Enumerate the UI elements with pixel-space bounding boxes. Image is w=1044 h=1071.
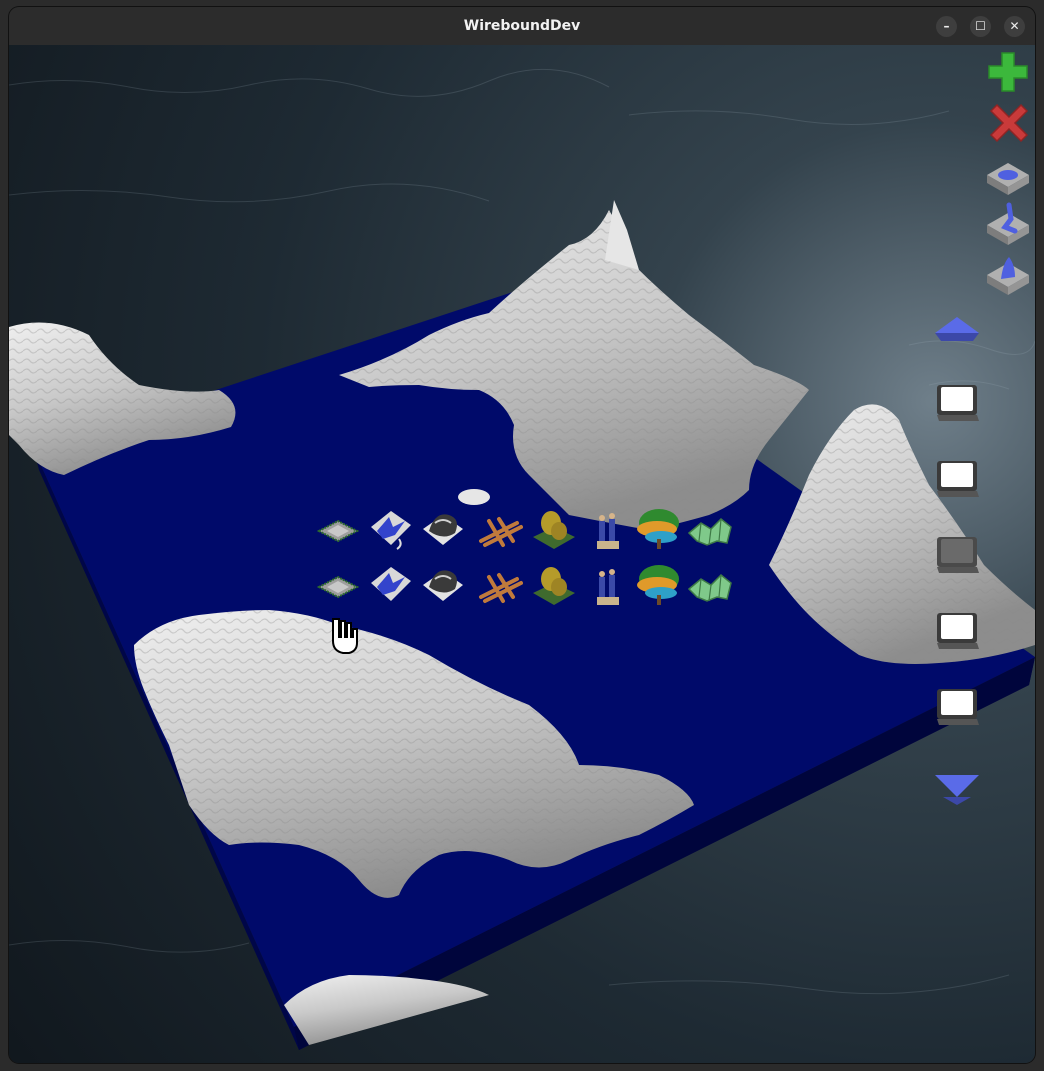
slot-icon xyxy=(937,537,979,573)
blue-bird-tile[interactable] xyxy=(369,505,413,553)
map-tile[interactable] xyxy=(687,513,733,547)
tree-tile-icon xyxy=(637,565,679,605)
layer-slot-4[interactable] xyxy=(935,609,981,653)
figures-tile-icon xyxy=(597,569,619,605)
close-button[interactable]: ✕ xyxy=(1004,16,1025,37)
lion-statue-tile-icon xyxy=(533,567,575,605)
triangle-up-icon xyxy=(935,317,979,341)
layer-slot-5[interactable] xyxy=(935,685,981,729)
blue-bird-tile-icon xyxy=(371,567,411,601)
remove-button[interactable] xyxy=(989,103,1029,143)
triangle-down-icon xyxy=(935,775,979,805)
layer-slot-1[interactable] xyxy=(935,381,981,425)
blue-bird-tile[interactable] xyxy=(369,561,413,609)
source-tile-icon xyxy=(987,257,1029,295)
map-tile-icon xyxy=(687,517,732,546)
rock-tile-icon xyxy=(423,514,463,545)
figures-tile[interactable] xyxy=(589,565,625,609)
slot-icon xyxy=(937,613,979,649)
lion-statue-tile-icon xyxy=(533,511,575,549)
tree-tile[interactable] xyxy=(635,505,683,553)
blue-bird-tile-icon xyxy=(371,511,411,550)
window-title: WireboundDev xyxy=(463,18,581,34)
raise-level-button[interactable] xyxy=(933,313,981,347)
fence-tile[interactable] xyxy=(477,571,523,605)
game-viewport[interactable] xyxy=(9,45,1035,1063)
water-source-tool[interactable] xyxy=(985,251,1031,297)
fence-tile-icon xyxy=(479,573,523,603)
right-toolbar xyxy=(929,45,1035,825)
lower-level-button[interactable] xyxy=(933,769,981,809)
figures-tile-icon xyxy=(597,513,619,549)
rock-tile-icon xyxy=(423,570,463,601)
slot-icon xyxy=(937,689,979,725)
figures-tile[interactable] xyxy=(589,509,625,553)
terrain-islet xyxy=(458,489,490,505)
fence-tile-icon xyxy=(479,517,523,547)
add-button[interactable] xyxy=(987,51,1029,93)
river-tile-icon xyxy=(987,202,1029,245)
rock-tile[interactable] xyxy=(421,505,465,551)
chip-tile-icon xyxy=(316,519,360,543)
tree-tile-icon xyxy=(637,509,679,549)
slot-icon xyxy=(937,461,979,497)
chip-tile-icon xyxy=(316,575,360,599)
chip-tile[interactable] xyxy=(316,513,360,545)
minimize-button[interactable]: – xyxy=(936,16,957,37)
pool-tile-icon xyxy=(987,163,1029,195)
layer-slot-3[interactable] xyxy=(935,533,981,577)
tile-palette xyxy=(316,505,737,615)
river-tool[interactable] xyxy=(985,201,1031,247)
plus-icon xyxy=(988,52,1028,92)
map-tile-icon xyxy=(687,573,732,602)
hand-cursor-icon xyxy=(332,618,358,654)
title-bar[interactable]: WireboundDev – ☐ ✕ xyxy=(9,7,1035,45)
x-icon xyxy=(989,103,1029,143)
app-window: WireboundDev – ☐ ✕ xyxy=(9,7,1035,1063)
slot-icon xyxy=(937,385,979,421)
tree-tile[interactable] xyxy=(635,561,683,609)
rock-tile[interactable] xyxy=(421,561,465,607)
water-pool-tool[interactable] xyxy=(985,157,1031,197)
map-tile[interactable] xyxy=(687,569,733,603)
lion-statue-tile[interactable] xyxy=(531,561,577,611)
fence-tile[interactable] xyxy=(477,515,523,549)
maximize-button[interactable]: ☐ xyxy=(970,16,991,37)
layer-slot-2[interactable] xyxy=(935,457,981,501)
lion-statue-tile[interactable] xyxy=(531,505,577,555)
chip-tile[interactable] xyxy=(316,569,360,601)
